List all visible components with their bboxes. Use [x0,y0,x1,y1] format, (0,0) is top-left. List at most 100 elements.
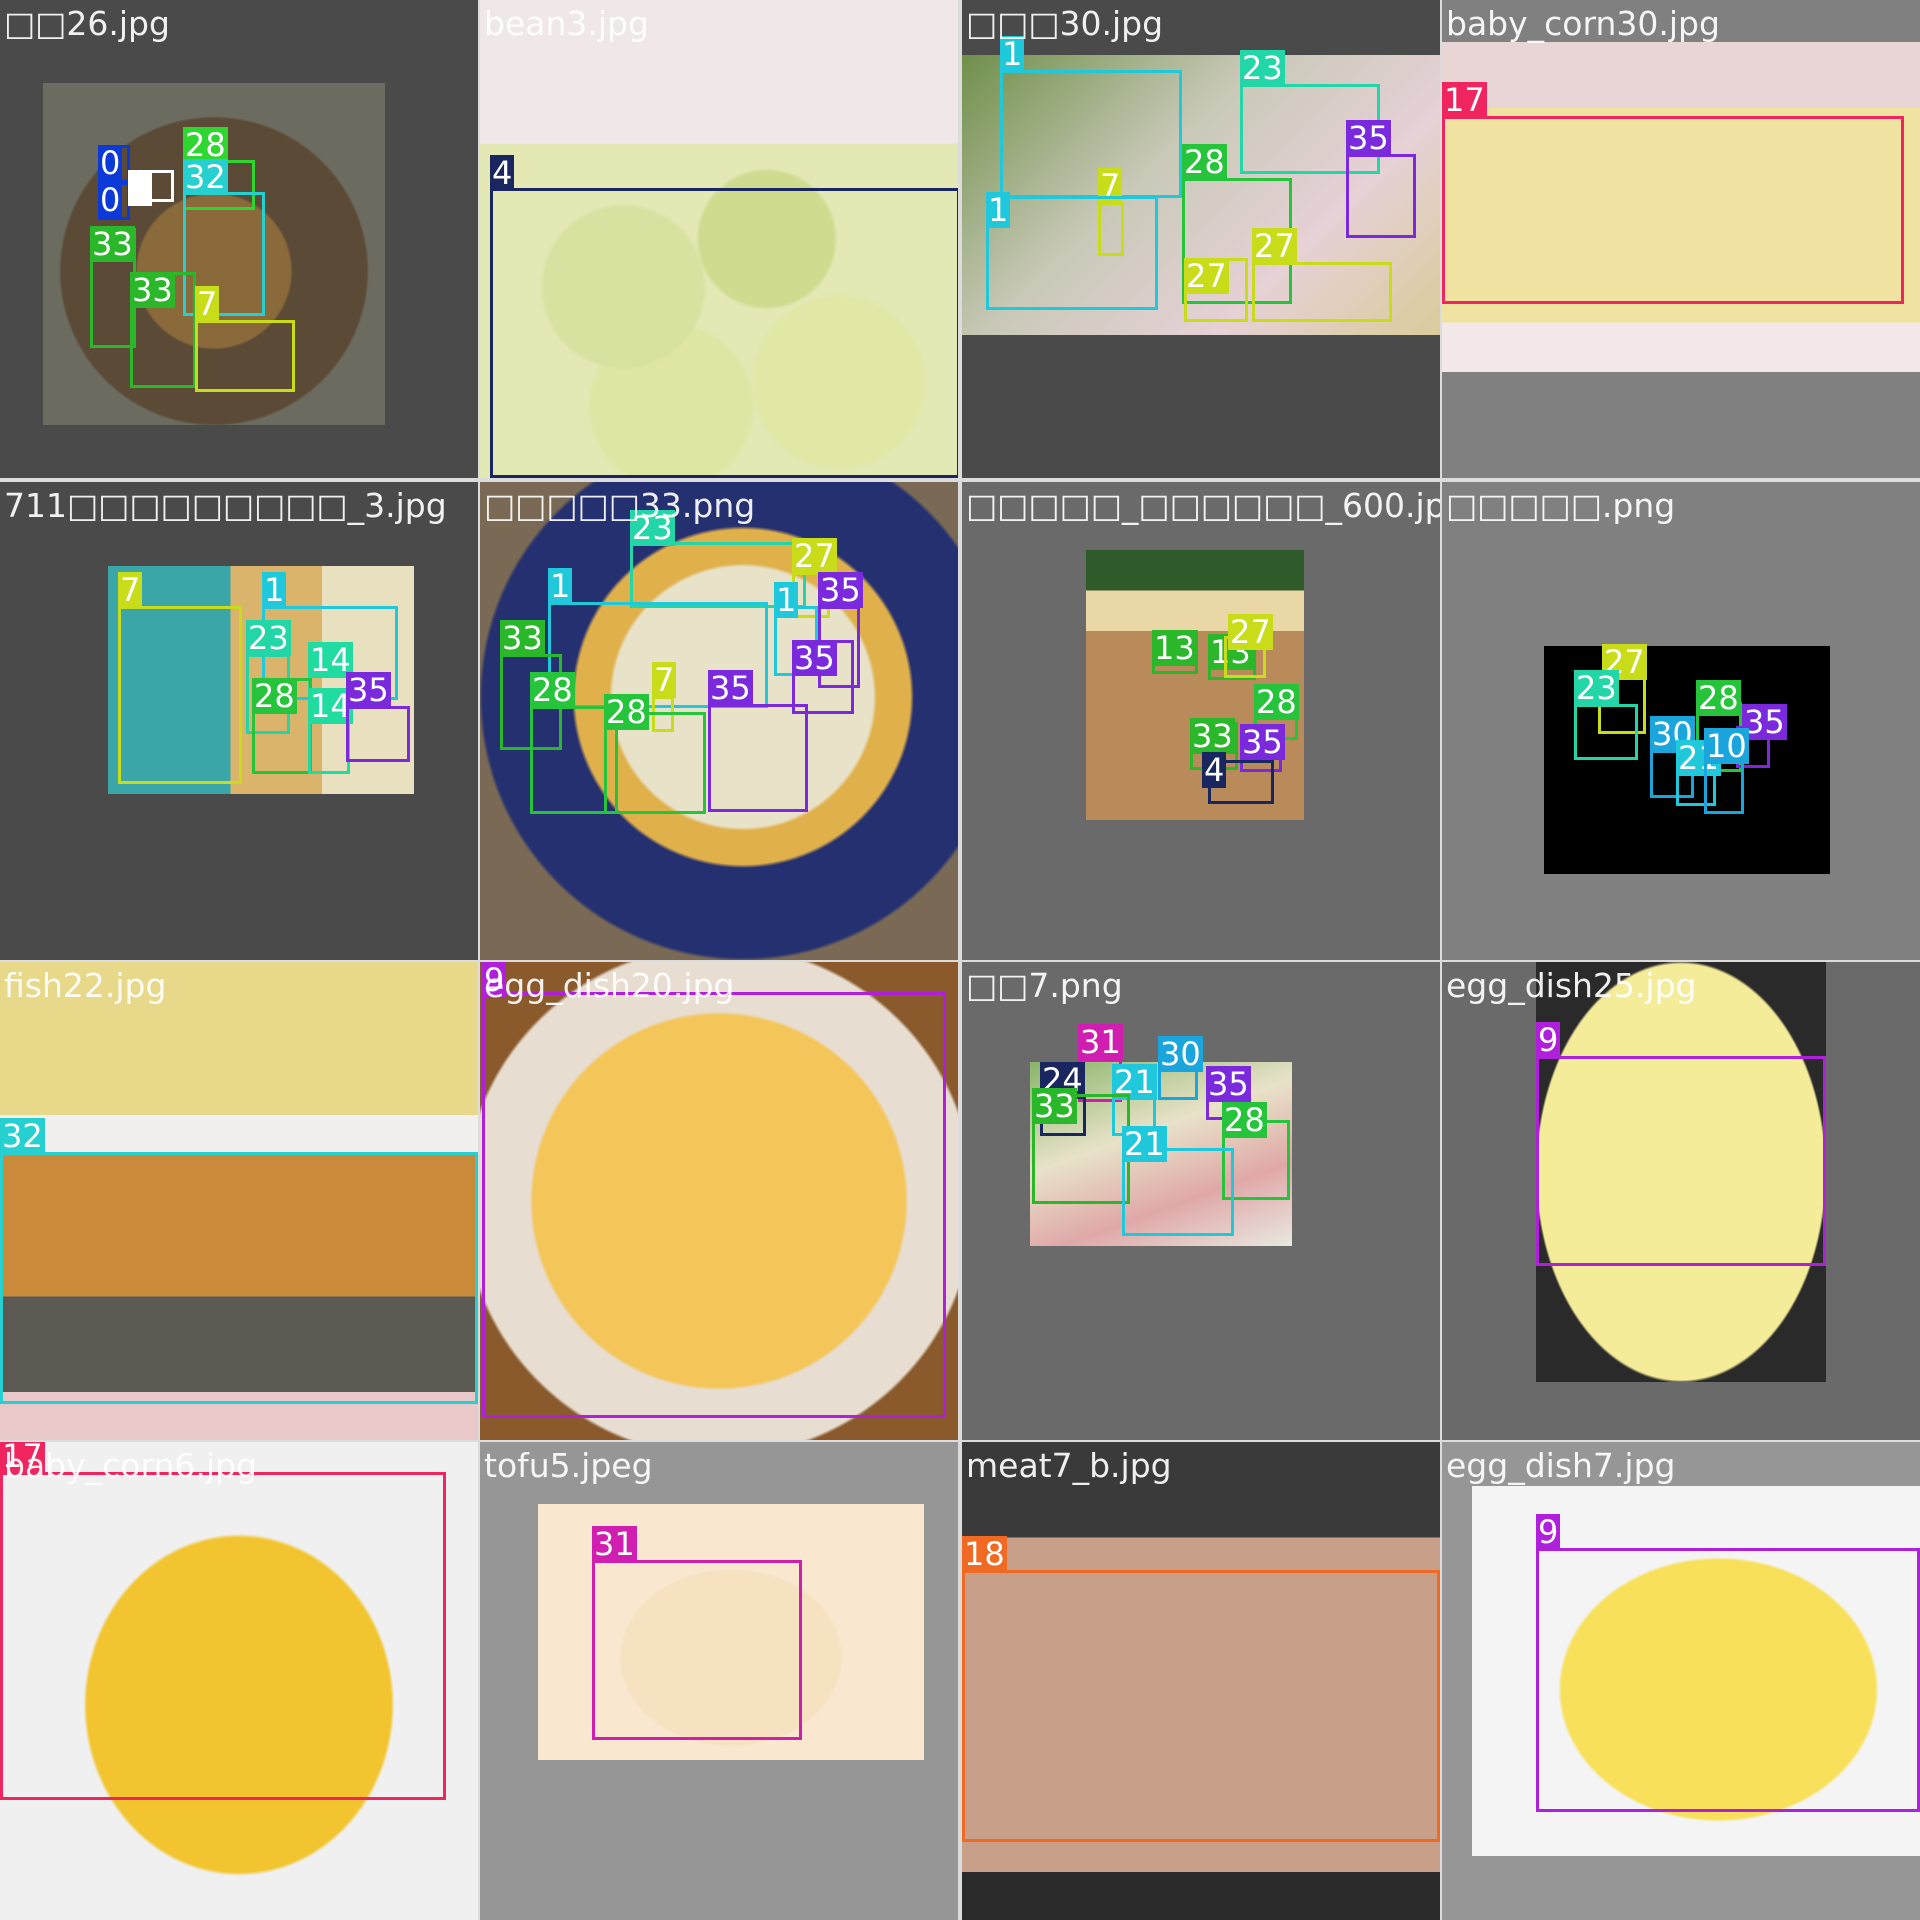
tile: 1 23 35 28 7 1 27 27 □□□30.jpg [962,0,1440,478]
bbox-label: 33 [1190,717,1235,755]
bbox [962,1570,1440,1842]
bbox-label: 4 [490,154,515,192]
bbox-label: 0 [98,181,123,219]
bbox-label: 1 [262,571,287,609]
bbox-label: 27 [1252,227,1297,265]
bbox-label: 28 [1182,143,1227,181]
tile-filename: fish22.jpg [4,966,167,1005]
bbox-label: 7 [652,661,677,699]
bbox [986,196,1158,310]
bbox [118,606,242,784]
tile-filename: egg_dish25.jpg [1446,966,1697,1005]
bbox-label: 33 [90,225,135,263]
bbox-label: 27 [1184,257,1229,295]
tile-filename: □□□□□33.png [484,486,756,525]
bbox-label: 32 [183,158,228,196]
tile: 31 30 24 21 35 33 28 21 □□7.png [962,962,1440,1440]
bbox-label: 2 [128,169,153,207]
tile: 32 fish22.jpg [0,962,478,1440]
bbox-label: 35 [792,639,837,677]
bbox-label: 1 [986,191,1011,229]
bbox-label: 35 [708,669,753,707]
tile-filename: □□26.jpg [4,4,170,43]
bbox [195,320,295,392]
bbox-label: 33 [1032,1087,1077,1125]
bbox-label: 28 [604,693,649,731]
bbox-label: 0 [98,144,123,182]
bbox [0,1152,478,1404]
bbox-label: 35 [1240,723,1285,761]
bbox [1346,154,1416,238]
bbox [708,704,808,812]
bbox-label: 23 [1574,669,1619,707]
bbox-label: 28 [1254,683,1299,721]
bbox-label: 28 [1222,1101,1267,1139]
bbox-label: 7 [195,285,220,323]
tile-filename: 711□□□□□□□□□_3.jpg [4,486,447,525]
bbox-label: 9 [1536,1021,1561,1059]
tile-filename: meat7_b.jpg [966,1446,1172,1485]
tile: 17 baby_corn30.jpg [1442,0,1920,478]
tile: 0 0 2 28 32 33 33 7 □□26.jpg [0,0,478,478]
bbox-label: 30 [1158,1035,1203,1073]
bbox-label: 33 [500,619,545,657]
bbox-label: 17 [1442,81,1487,119]
bbox-label: 4 [1202,751,1227,789]
bbox-label: 23 [246,619,291,657]
bbox-label: 27 [792,537,837,575]
tile: 23 27 1 1 35 33 35 28 7 35 28 □□□□□33.pn… [480,482,958,960]
tile-filename: □□□30.jpg [966,4,1164,43]
bbox-label: 33 [130,271,175,309]
bbox-label: 35 [346,671,391,709]
bbox-label: 27 [1228,613,1273,651]
bbox [1252,262,1392,322]
tile: 9 egg_dish25.jpg [1442,962,1920,1440]
bbox-label: 35 [818,571,863,609]
tile: 31 tofu5.jpeg [480,1442,958,1920]
bbox-label: 13 [1152,629,1197,667]
bbox-label: 7 [118,571,143,609]
tile: 13 13 27 28 33 35 4 □□□□□_□□□□□□_600.jpg [962,482,1440,960]
tile-filename: tofu5.jpeg [484,1446,653,1485]
tile: 4 bean3.jpg [480,0,958,478]
bbox-label: 9 [1536,1513,1561,1551]
bbox-label: 32 [0,1117,45,1155]
bbox [0,1472,446,1800]
bbox [482,992,946,1418]
bbox-label: 21 [1122,1125,1167,1163]
tile: 18 meat7_b.jpg [962,1442,1440,1920]
bbox [1000,70,1182,198]
bbox-label: 31 [1078,1023,1123,1061]
bbox-label: 28 [252,677,297,715]
bbox-label: 28 [530,671,575,709]
bbox-label: 23 [1240,49,1285,87]
bbox-label: 35 [1346,119,1391,157]
tile-filename: baby_corn30.jpg [1446,4,1720,43]
tile: 17 baby_corn6.jpg [0,1442,478,1920]
tile: 9 egg_dish20.jpg [480,962,958,1440]
tile-filename: □□7.png [966,966,1123,1005]
tile: 7 1 23 14 28 14 35 711□□□□□□□□□_3.jpg [0,482,478,960]
bbox [1574,704,1638,760]
bbox [1442,116,1904,304]
tile-filename: baby_corn6.jpg [4,1446,257,1485]
bbox [1536,1056,1826,1266]
bbox [592,1560,802,1740]
bbox-label: 1 [548,567,573,605]
bbox [346,706,410,762]
tile-filename: egg_dish7.jpg [1446,1446,1676,1485]
bbox-label: 18 [962,1535,1007,1573]
bbox-label: 1 [774,581,799,619]
bbox-label: 10 [1704,727,1749,765]
bbox-label: 35 [1206,1065,1251,1103]
tile: 9 egg_dish7.jpg [1442,1442,1920,1920]
bbox-label: 31 [592,1525,637,1563]
tile-filename: □□□□□.png [1446,486,1676,525]
tile: 27 23 28 35 30 21 10 □□□□□.png [1442,482,1920,960]
bbox [1536,1548,1920,1812]
bbox-label: 28 [1696,679,1741,717]
bbox [490,188,958,478]
tile-filename: bean3.jpg [484,4,649,43]
mosaic-grid: 0 0 2 28 32 33 33 7 □□26.jpg 4 bean3.jpg… [0,0,1920,1920]
tile-filename: egg_dish20.jpg [484,966,735,1005]
